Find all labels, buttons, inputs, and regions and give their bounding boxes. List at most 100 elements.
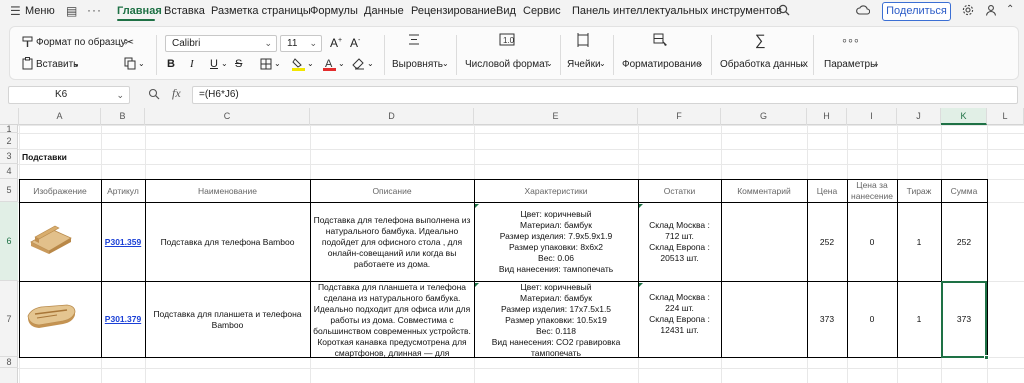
article-cell[interactable]: P301.359 [101,203,145,281]
product-image-cell[interactable] [19,282,101,357]
align-icon[interactable] [407,33,421,49]
row-header-7[interactable]: 7 [0,281,18,357]
header-stock[interactable]: Остатки [638,180,721,202]
column-header-c[interactable]: C [145,108,310,125]
header-sum[interactable]: Сумма [941,180,987,202]
header-comment[interactable]: Комментарий [721,180,807,202]
row-header-3[interactable]: 3 [0,149,18,164]
chevron-up-icon[interactable]: ⌃ [1006,4,1014,15]
chevron-down-icon[interactable]: ⌄ [367,59,374,68]
font-color-icon[interactable]: A [323,57,336,74]
fill-color-icon[interactable] [292,57,305,74]
formatting-button[interactable]: Форматирование [622,59,702,70]
chevron-down-icon[interactable]: ⌄ [697,59,704,68]
print-price-cell[interactable]: 0 [847,282,897,357]
file-icon[interactable]: ▤ [66,4,77,18]
column-header-f[interactable]: F [638,108,721,125]
hamburger-icon[interactable]: ☰ [10,4,21,18]
description-cell[interactable]: Подставка для телефона выполнена из нату… [310,203,474,281]
chevron-down-icon[interactable]: ⌄ [546,59,553,68]
settings-icon[interactable] [962,4,974,19]
number-format-button[interactable]: Числовой формат [465,59,549,70]
column-header-i[interactable]: I [847,108,897,125]
tab-smart-tools[interactable]: Панель интеллектуальных инструментов [572,5,782,17]
format-painter-icon[interactable] [22,36,34,51]
select-all-corner[interactable] [0,108,19,125]
tab-insert[interactable]: Вставка [164,5,205,17]
sum-icon[interactable]: ∑ [755,32,766,49]
header-image[interactable]: Изображение [19,180,101,202]
column-header-j[interactable]: J [897,108,941,125]
name-box[interactable]: K6 ⌄ [8,86,130,104]
stock-cell[interactable]: Склад Москва : 712 шт. Склад Европа : 20… [638,203,721,281]
header-price[interactable]: Цена [807,180,847,202]
more-options-icon[interactable]: ◦◦◦ [842,32,860,48]
clear-format-icon[interactable] [352,58,365,73]
header-run[interactable]: Тираж [897,180,941,202]
column-header-a[interactable]: A [19,108,101,125]
chevron-down-icon[interactable]: ⌄ [799,59,806,68]
specs-cell[interactable]: Цвет: коричневый Материал: бамбук Размер… [474,203,638,281]
column-header-h[interactable]: H [807,108,847,125]
decrease-font-icon[interactable]: A- [350,36,360,50]
chevron-down-icon[interactable]: ⌄ [221,59,228,68]
specs-cell[interactable]: Цвет: коричневый Материал: бамбук Размер… [474,282,638,357]
column-header-b[interactable]: B [101,108,145,125]
comment-cell[interactable] [721,203,807,281]
increase-font-icon[interactable]: A+ [330,36,342,50]
font-name-select[interactable]: Calibri ⌄ [165,35,277,52]
chevron-down-icon[interactable]: ⌄ [338,59,345,68]
align-button[interactable]: Выровнять [392,59,443,70]
column-header-k[interactable]: K [941,108,987,125]
chevron-down-icon[interactable]: ⌄ [599,59,606,68]
bold-icon[interactable]: B [167,58,175,70]
tab-home[interactable]: Главная [117,5,162,17]
cells-icon[interactable] [576,33,590,50]
column-header-e[interactable]: E [474,108,638,125]
underline-icon[interactable]: U [210,58,218,70]
article-link[interactable]: P301.359 [105,237,141,248]
formula-input[interactable]: =(H6*J6) [192,86,1018,104]
product-image-cell[interactable] [19,203,101,281]
function-icon[interactable]: fx [172,86,181,101]
run-cell[interactable]: 1 [897,203,941,281]
search-icon[interactable] [778,4,790,19]
sum-cell[interactable]: 252 [941,203,987,281]
data-processing-button[interactable]: Обработка данных [720,59,808,70]
column-header-l[interactable]: L [987,108,1024,125]
format-painter-button[interactable]: Формат по образцу [36,37,126,48]
menu-button[interactable]: Меню [25,5,55,17]
fill-handle[interactable] [984,355,989,360]
chevron-down-icon[interactable]: ⌄ [274,59,281,68]
chevron-down-icon[interactable]: ⌄ [307,59,314,68]
chevron-down-icon[interactable]: ⌄ [116,87,124,103]
row-header-8[interactable]: 8 [0,357,18,368]
chevron-down-icon[interactable]: ⌄ [442,59,449,68]
zoom-search-icon[interactable] [148,88,160,103]
paste-icon[interactable] [22,57,34,73]
copy-icon[interactable] [124,57,137,73]
comment-cell[interactable] [721,282,807,357]
tab-review[interactable]: Рецензирование [411,5,496,17]
header-article[interactable]: Артикул [101,180,145,202]
number-format-icon[interactable]: 1.0 [499,33,515,49]
row-header-6[interactable]: 6 [0,202,18,281]
row-header-1[interactable]: 1 [0,125,18,134]
more-icon[interactable]: ··· [87,3,102,17]
user-icon[interactable] [985,4,997,19]
font-size-select[interactable]: 11 ⌄ [280,35,322,52]
article-cell[interactable]: P301.379 [101,282,145,357]
borders-icon[interactable] [260,58,272,73]
header-specs[interactable]: Характеристики [474,180,638,202]
row-header-4[interactable]: 4 [0,164,18,179]
cut-icon[interactable]: ✂ [124,35,134,49]
chevron-down-icon[interactable]: ⌄ [138,59,145,68]
tab-page-layout[interactable]: Разметка страницы [211,5,311,17]
run-cell[interactable]: 1 [897,282,941,357]
column-header-d[interactable]: D [310,108,474,125]
sheet-title[interactable]: Подставки [19,150,219,164]
spreadsheet-grid[interactable]: ABCDEFGHIJKL 12345678 Подставки Изображе… [0,108,1024,383]
name-cell[interactable]: Подставка для планшета и телефона Bamboo [145,282,310,357]
article-link[interactable]: P301.379 [105,314,141,325]
description-cell[interactable]: Подставка для планшета и телефона сделан… [310,282,474,357]
